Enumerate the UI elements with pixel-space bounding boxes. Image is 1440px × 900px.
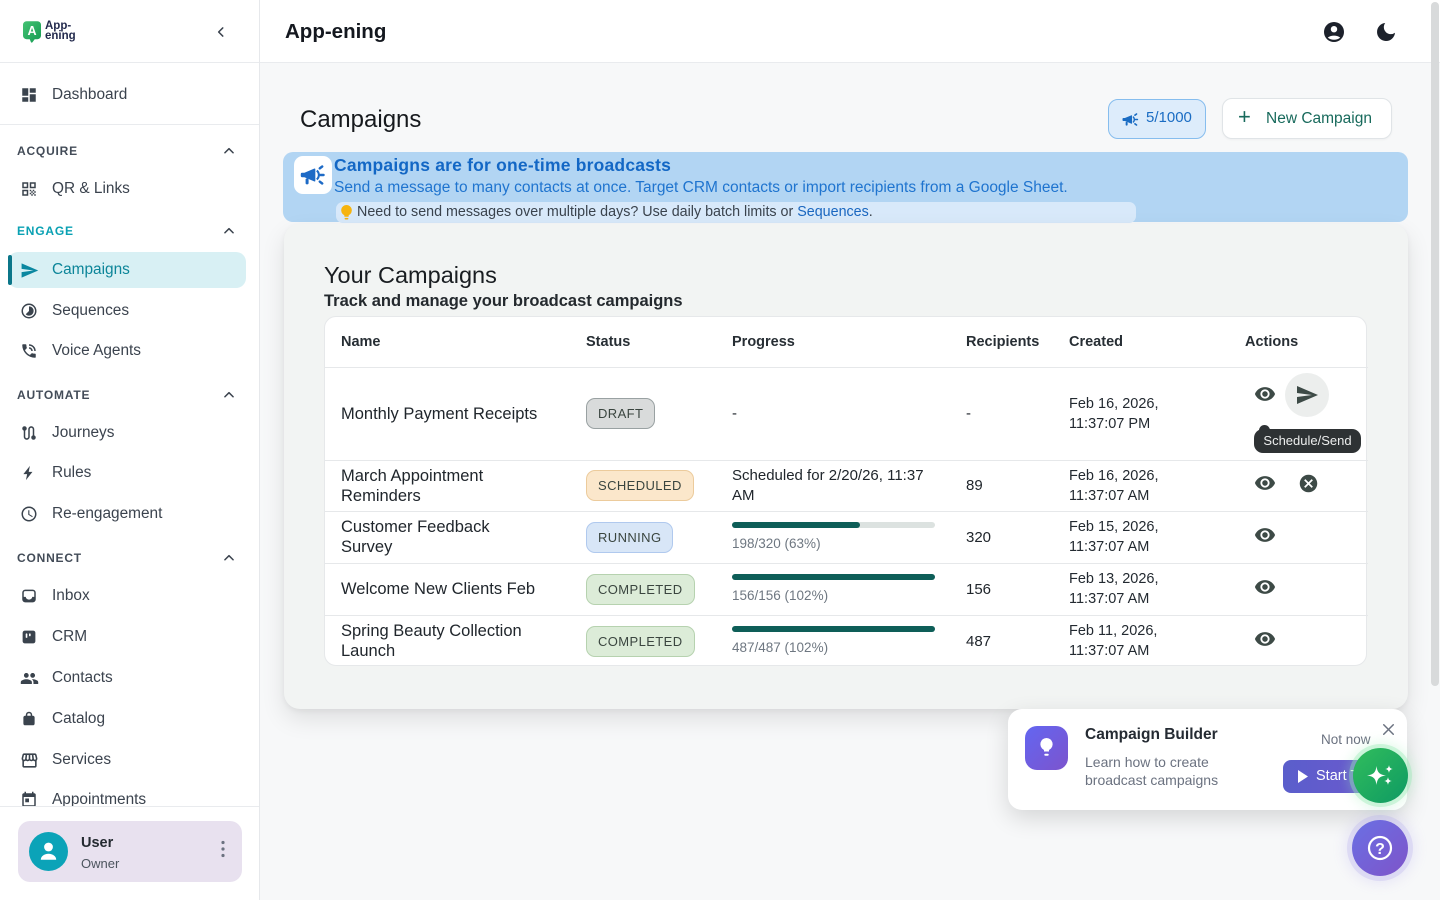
svg-text:?: ? [1375,841,1385,858]
svg-text:A: A [27,24,36,38]
